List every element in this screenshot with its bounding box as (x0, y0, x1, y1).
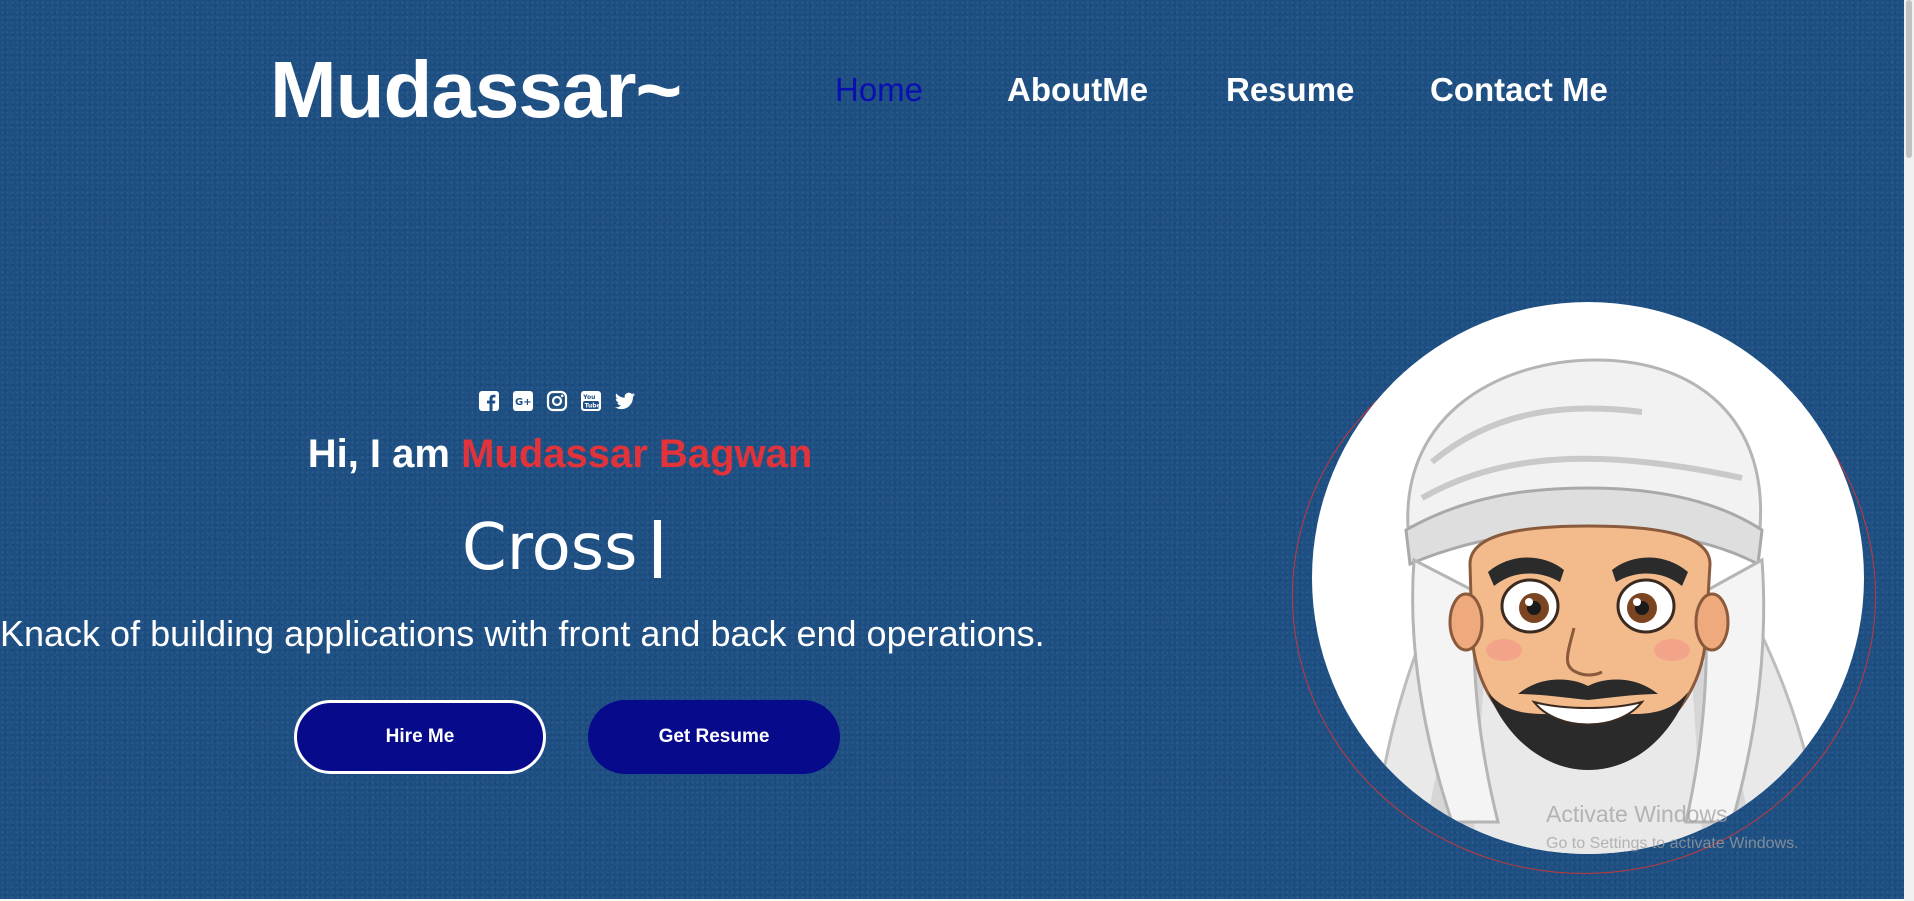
activate-windows-subtitle: Go to Settings to activate Windows. (1546, 835, 1799, 852)
typing-cursor (654, 520, 661, 578)
scrollbar-thumb[interactable] (1906, 0, 1912, 158)
hero-page: Mudassar~ Home AboutMe Resume Contact Me… (0, 0, 1904, 899)
avatar-drawing (1371, 343, 1825, 854)
typed-role-text: Cross (462, 511, 638, 585)
nav-home-link[interactable]: Home (835, 68, 923, 112)
twitter-icon[interactable] (614, 390, 636, 412)
get-resume-button[interactable]: Get Resume (588, 700, 840, 774)
nav-contact-link[interactable]: Contact Me (1430, 68, 1608, 112)
site-logo[interactable]: Mudassar~ (270, 42, 682, 138)
avatar-illustration (1312, 302, 1864, 854)
svg-text:You: You (582, 394, 595, 401)
hire-me-button[interactable]: Hire Me (294, 700, 546, 774)
facebook-icon[interactable] (478, 390, 500, 412)
activate-windows-title: Activate Windows (1546, 801, 1728, 827)
instagram-icon[interactable] (546, 390, 568, 412)
svg-text:G+: G+ (515, 397, 532, 408)
youtube-icon[interactable]: You Tube (580, 390, 602, 412)
nav-aboutme-link[interactable]: AboutMe (1007, 68, 1148, 112)
greeting-prefix: Hi, I am (307, 432, 462, 476)
google-plus-icon[interactable]: G+ (512, 390, 534, 412)
svg-text:Tube: Tube (585, 403, 601, 410)
hero-tagline: Knack of building applications with fron… (0, 613, 1045, 654)
greeting-name: Mudassar Bagwan (461, 432, 813, 476)
nav-resume-link[interactable]: Resume (1226, 68, 1354, 112)
hero-greeting: Hi, I am Mudassar Bagwan (0, 428, 1120, 480)
